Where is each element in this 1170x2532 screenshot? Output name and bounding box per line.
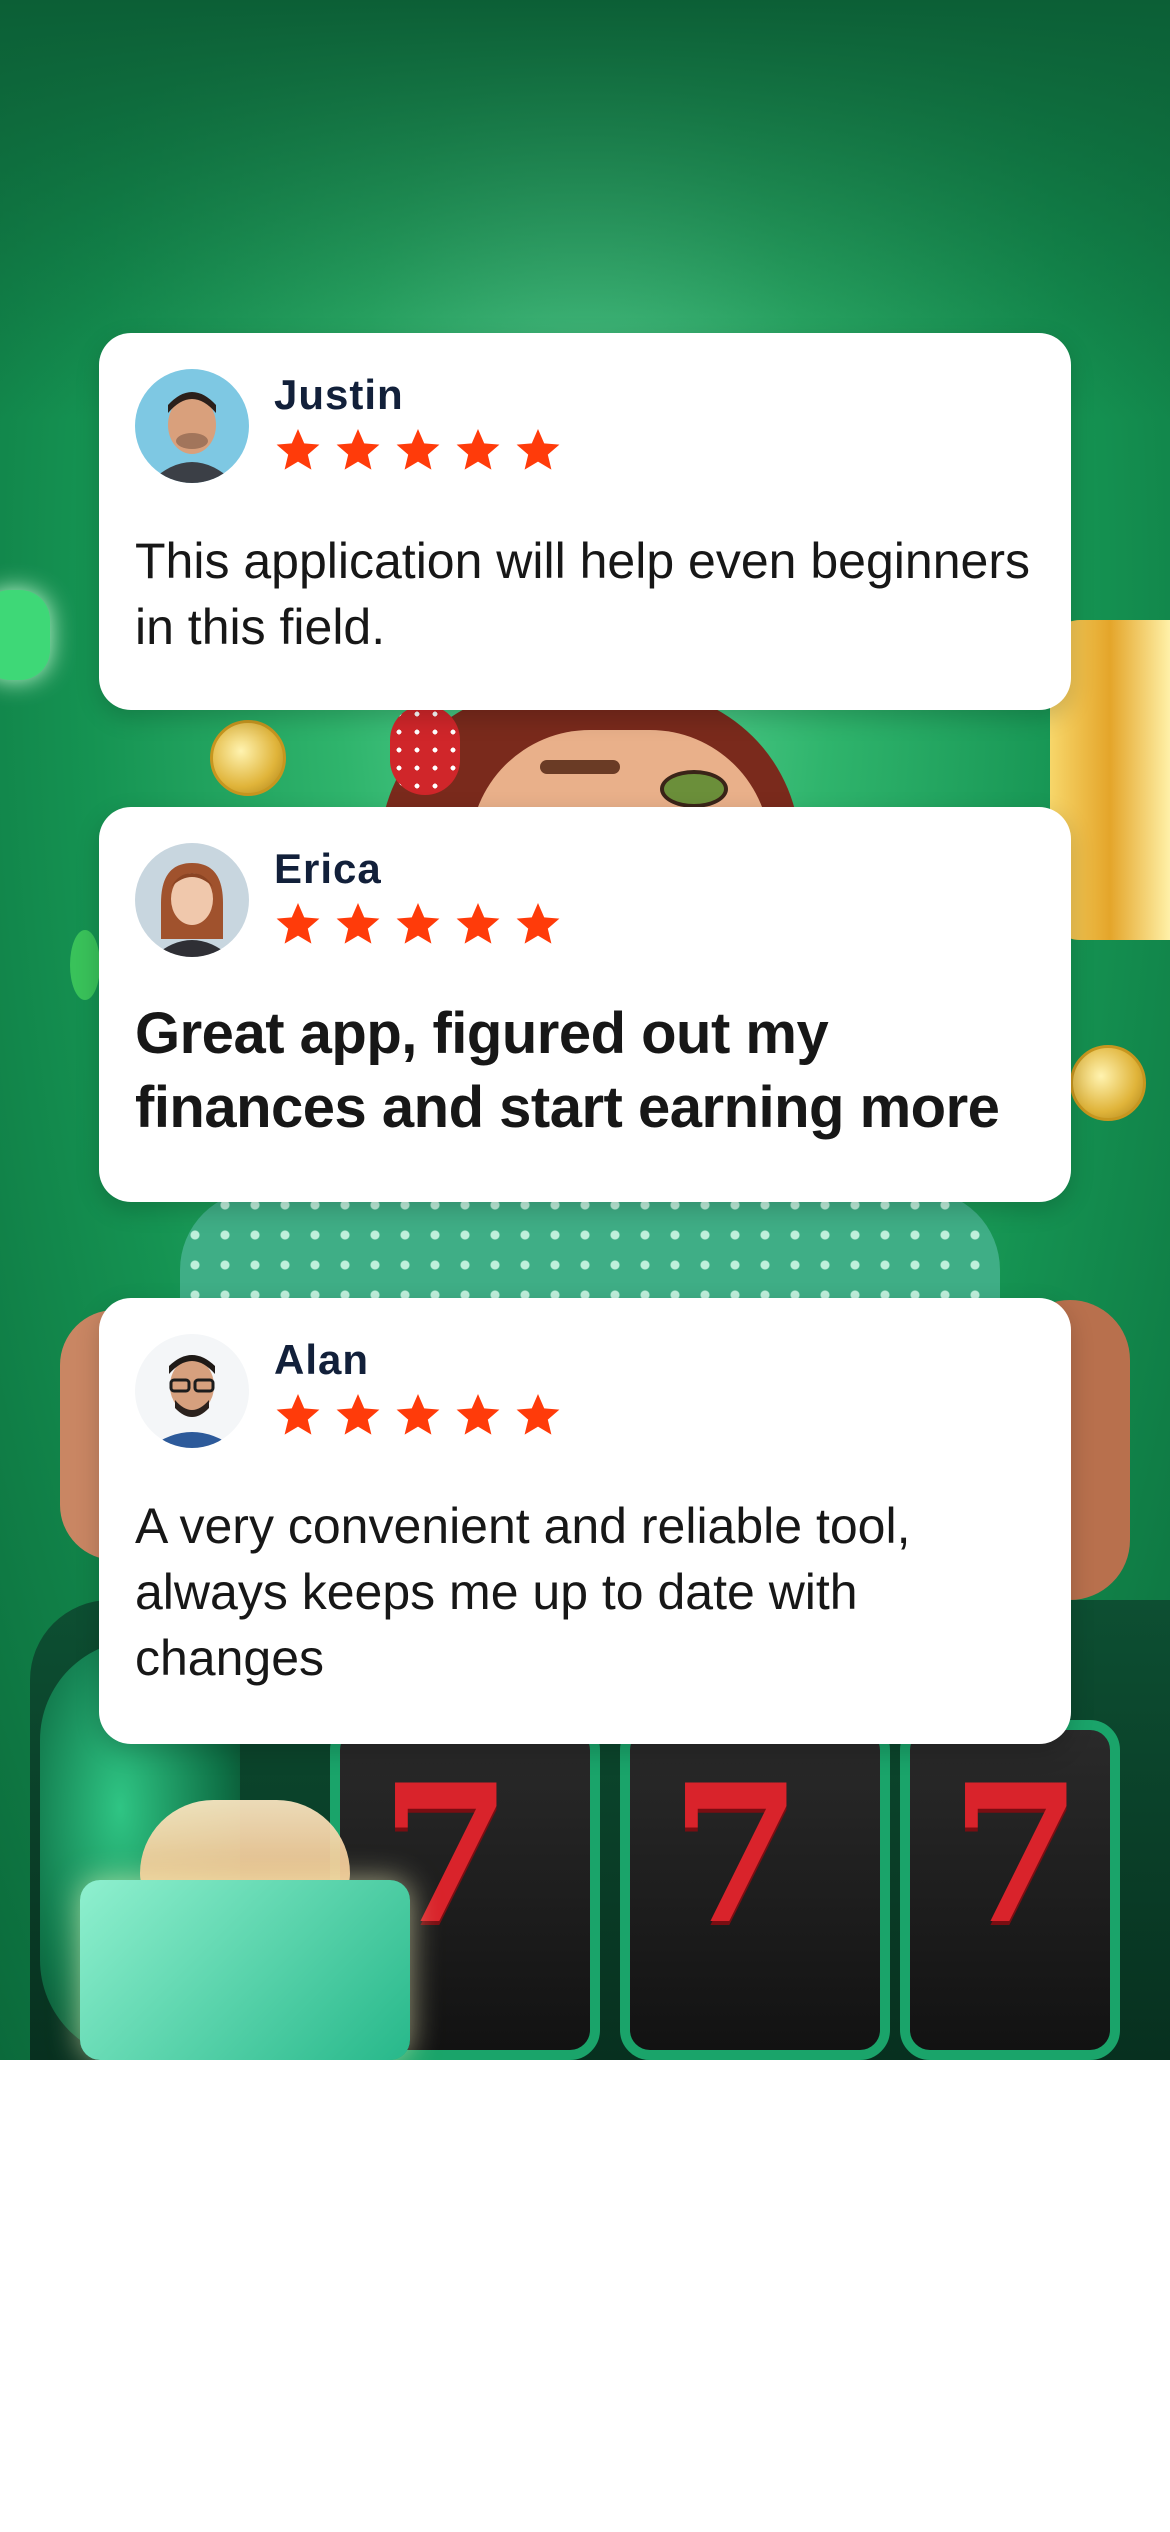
avatar xyxy=(135,369,249,483)
reviewer-name: Justin xyxy=(274,371,404,418)
bandana xyxy=(390,705,460,795)
star-icon xyxy=(276,903,320,944)
star-icon xyxy=(336,429,380,470)
star-icon xyxy=(336,1394,380,1435)
star-icon xyxy=(336,903,380,944)
star-icon xyxy=(276,429,320,470)
eye xyxy=(660,770,728,808)
reviewer-name: Alan xyxy=(274,1336,370,1383)
review-text: This application will help even beginner… xyxy=(135,533,1030,655)
review-card: Erica Great app, figured out my finances… xyxy=(99,807,1071,1202)
star-icon xyxy=(276,1394,320,1435)
star-icon xyxy=(456,429,500,470)
coin-icon xyxy=(1070,1045,1146,1121)
star-icon xyxy=(396,903,440,944)
coin-icon xyxy=(210,720,286,796)
leaf-icon xyxy=(70,930,100,1000)
star-icon xyxy=(516,1394,560,1435)
star-icon xyxy=(516,903,560,944)
avatar xyxy=(135,1334,249,1448)
slot-reel: 7 xyxy=(620,1720,890,2060)
star-rating xyxy=(274,426,562,474)
star-rating xyxy=(274,1391,562,1439)
star-icon xyxy=(456,1394,500,1435)
reviewer-name: Erica xyxy=(274,845,382,892)
seven-symbol-icon: 7 xyxy=(950,1743,1083,1966)
star-icon xyxy=(396,1394,440,1435)
slot-reel: 7 xyxy=(900,1720,1120,2060)
review-text: Great app, figured out my finances and s… xyxy=(135,1001,1000,1140)
review-card: Alan A very convenient and reliable tool… xyxy=(99,1298,1071,1744)
gift-box-icon xyxy=(80,1880,410,2060)
review-card: Justin This application will help even b… xyxy=(99,333,1071,710)
avatar xyxy=(135,843,249,957)
polka-dot-shirt xyxy=(180,1190,1000,1300)
star-rating xyxy=(274,900,562,948)
review-text: A very convenient and reliable tool, alw… xyxy=(135,1498,911,1686)
star-icon xyxy=(516,429,560,470)
clover-icon xyxy=(0,590,50,680)
star-icon xyxy=(396,429,440,470)
seven-symbol-icon: 7 xyxy=(670,1743,803,1966)
eyebrow xyxy=(540,760,620,774)
star-icon xyxy=(456,903,500,944)
